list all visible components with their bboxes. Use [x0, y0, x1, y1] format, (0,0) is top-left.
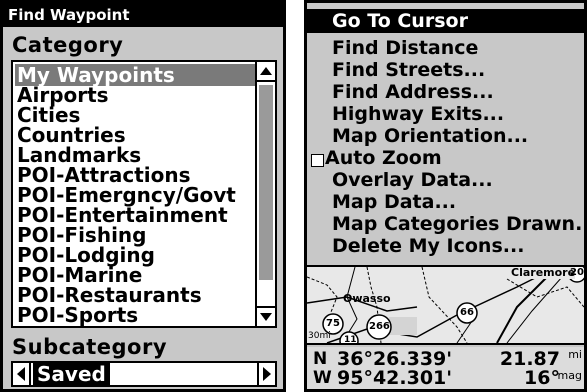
map-menu-panel: Go To Cursor Find Distance Find Streets.…: [304, 0, 587, 392]
longitude-value: 95°42.301': [337, 367, 453, 389]
map-road-20-label: 20: [570, 267, 584, 278]
panel-title: Find Waypoint: [3, 3, 283, 27]
map-road-75-label: 75: [326, 318, 340, 329]
category-scrollbar[interactable]: [255, 62, 275, 326]
menu-item-delete-icons[interactable]: Delete My Icons...: [332, 235, 524, 257]
menu-item-map-categories[interactable]: Map Categories Drawn...: [332, 213, 584, 235]
subcategory-value: Saved: [33, 363, 110, 385]
menu-item-go-to-cursor[interactable]: Go To Cursor: [307, 9, 584, 33]
menu-item-overlay-data[interactable]: Overlay Data...: [332, 169, 493, 191]
subcategory-label: Subcategory: [12, 335, 168, 359]
arrow-left-icon: [17, 367, 25, 381]
find-waypoint-panel: Find Waypoint Category My Waypoints Airp…: [0, 0, 286, 392]
arrow-down-icon: [260, 313, 272, 321]
menu-item-map-data[interactable]: Map Data...: [332, 191, 456, 213]
position-readout: N 36°26.339' 21.87 mi W 95°42.301' 16° m…: [307, 347, 584, 389]
menu-item-map-orientation[interactable]: Map Orientation...: [332, 125, 528, 147]
category-item-poi-sports[interactable]: POI-Sports: [17, 304, 138, 326]
map-view[interactable]: Claremore 20 Owasso 66 75 266 11 30mi: [307, 265, 584, 345]
map-scale-label: 30mi: [308, 331, 331, 341]
map-road-66-label: 66: [460, 307, 474, 318]
map-road-266-label: 266: [369, 321, 390, 332]
map-city-claremore: Claremore: [511, 266, 576, 279]
menu-item-find-distance[interactable]: Find Distance: [332, 37, 478, 59]
bearing-value: 16°: [524, 367, 560, 389]
menu-item-find-streets[interactable]: Find Streets...: [332, 59, 485, 81]
arrow-up-icon: [260, 67, 272, 75]
map-road-11-label: 11: [344, 335, 357, 345]
subcategory-selector[interactable]: Saved: [11, 361, 277, 387]
menu-item-highway-exits[interactable]: Highway Exits...: [332, 103, 504, 125]
arrow-right-icon: [263, 367, 271, 381]
menu-item-auto-zoom[interactable]: Auto Zoom: [325, 147, 442, 169]
bearing-unit: mag: [557, 369, 582, 382]
menu-item-find-address[interactable]: Find Address...: [332, 81, 494, 103]
scroll-up-button[interactable]: [257, 62, 275, 82]
distance-unit: mi: [568, 348, 582, 361]
subcategory-prev-button[interactable]: [13, 363, 31, 385]
category-label: Category: [12, 33, 124, 57]
map-city-owasso: Owasso: [343, 292, 391, 305]
scroll-down-button[interactable]: [257, 306, 275, 326]
lat-hemisphere: N: [313, 349, 328, 369]
subcategory-next-button[interactable]: [257, 363, 275, 385]
category-list[interactable]: My Waypoints Airports Cities Countries L…: [11, 60, 277, 328]
scroll-thumb[interactable]: [259, 85, 273, 280]
auto-zoom-checkbox[interactable]: [311, 154, 324, 167]
lon-hemisphere: W: [313, 368, 332, 388]
